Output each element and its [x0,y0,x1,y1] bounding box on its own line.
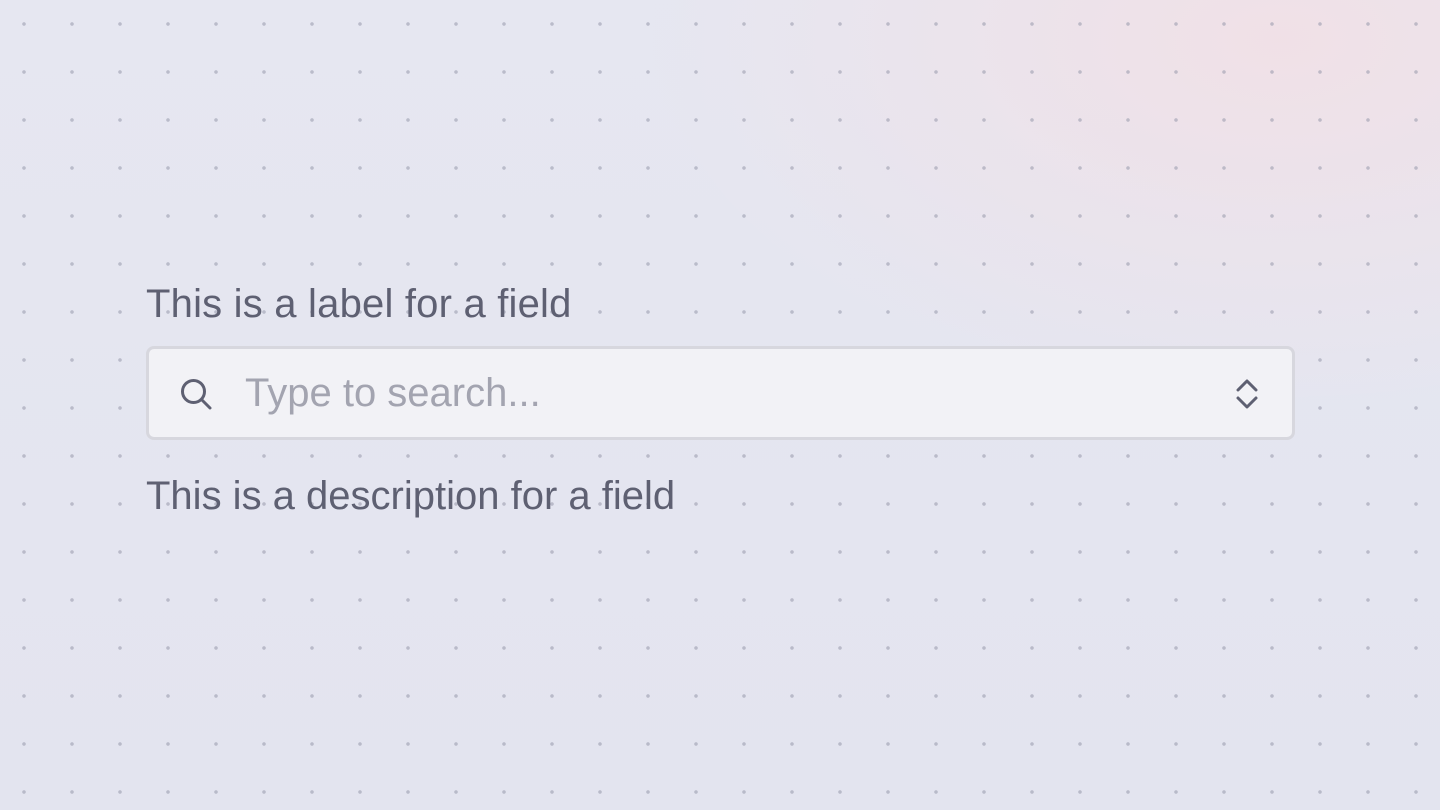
combobox-field: This is a label for a field This is a de… [146,280,1295,518]
chevron-up-down-icon[interactable] [1233,378,1261,410]
search-icon [181,379,212,410]
field-description: This is a description for a field [146,474,676,518]
field-label: This is a label for a field [146,282,572,326]
search-input[interactable] [245,361,1205,425]
search-combobox[interactable] [146,346,1295,440]
